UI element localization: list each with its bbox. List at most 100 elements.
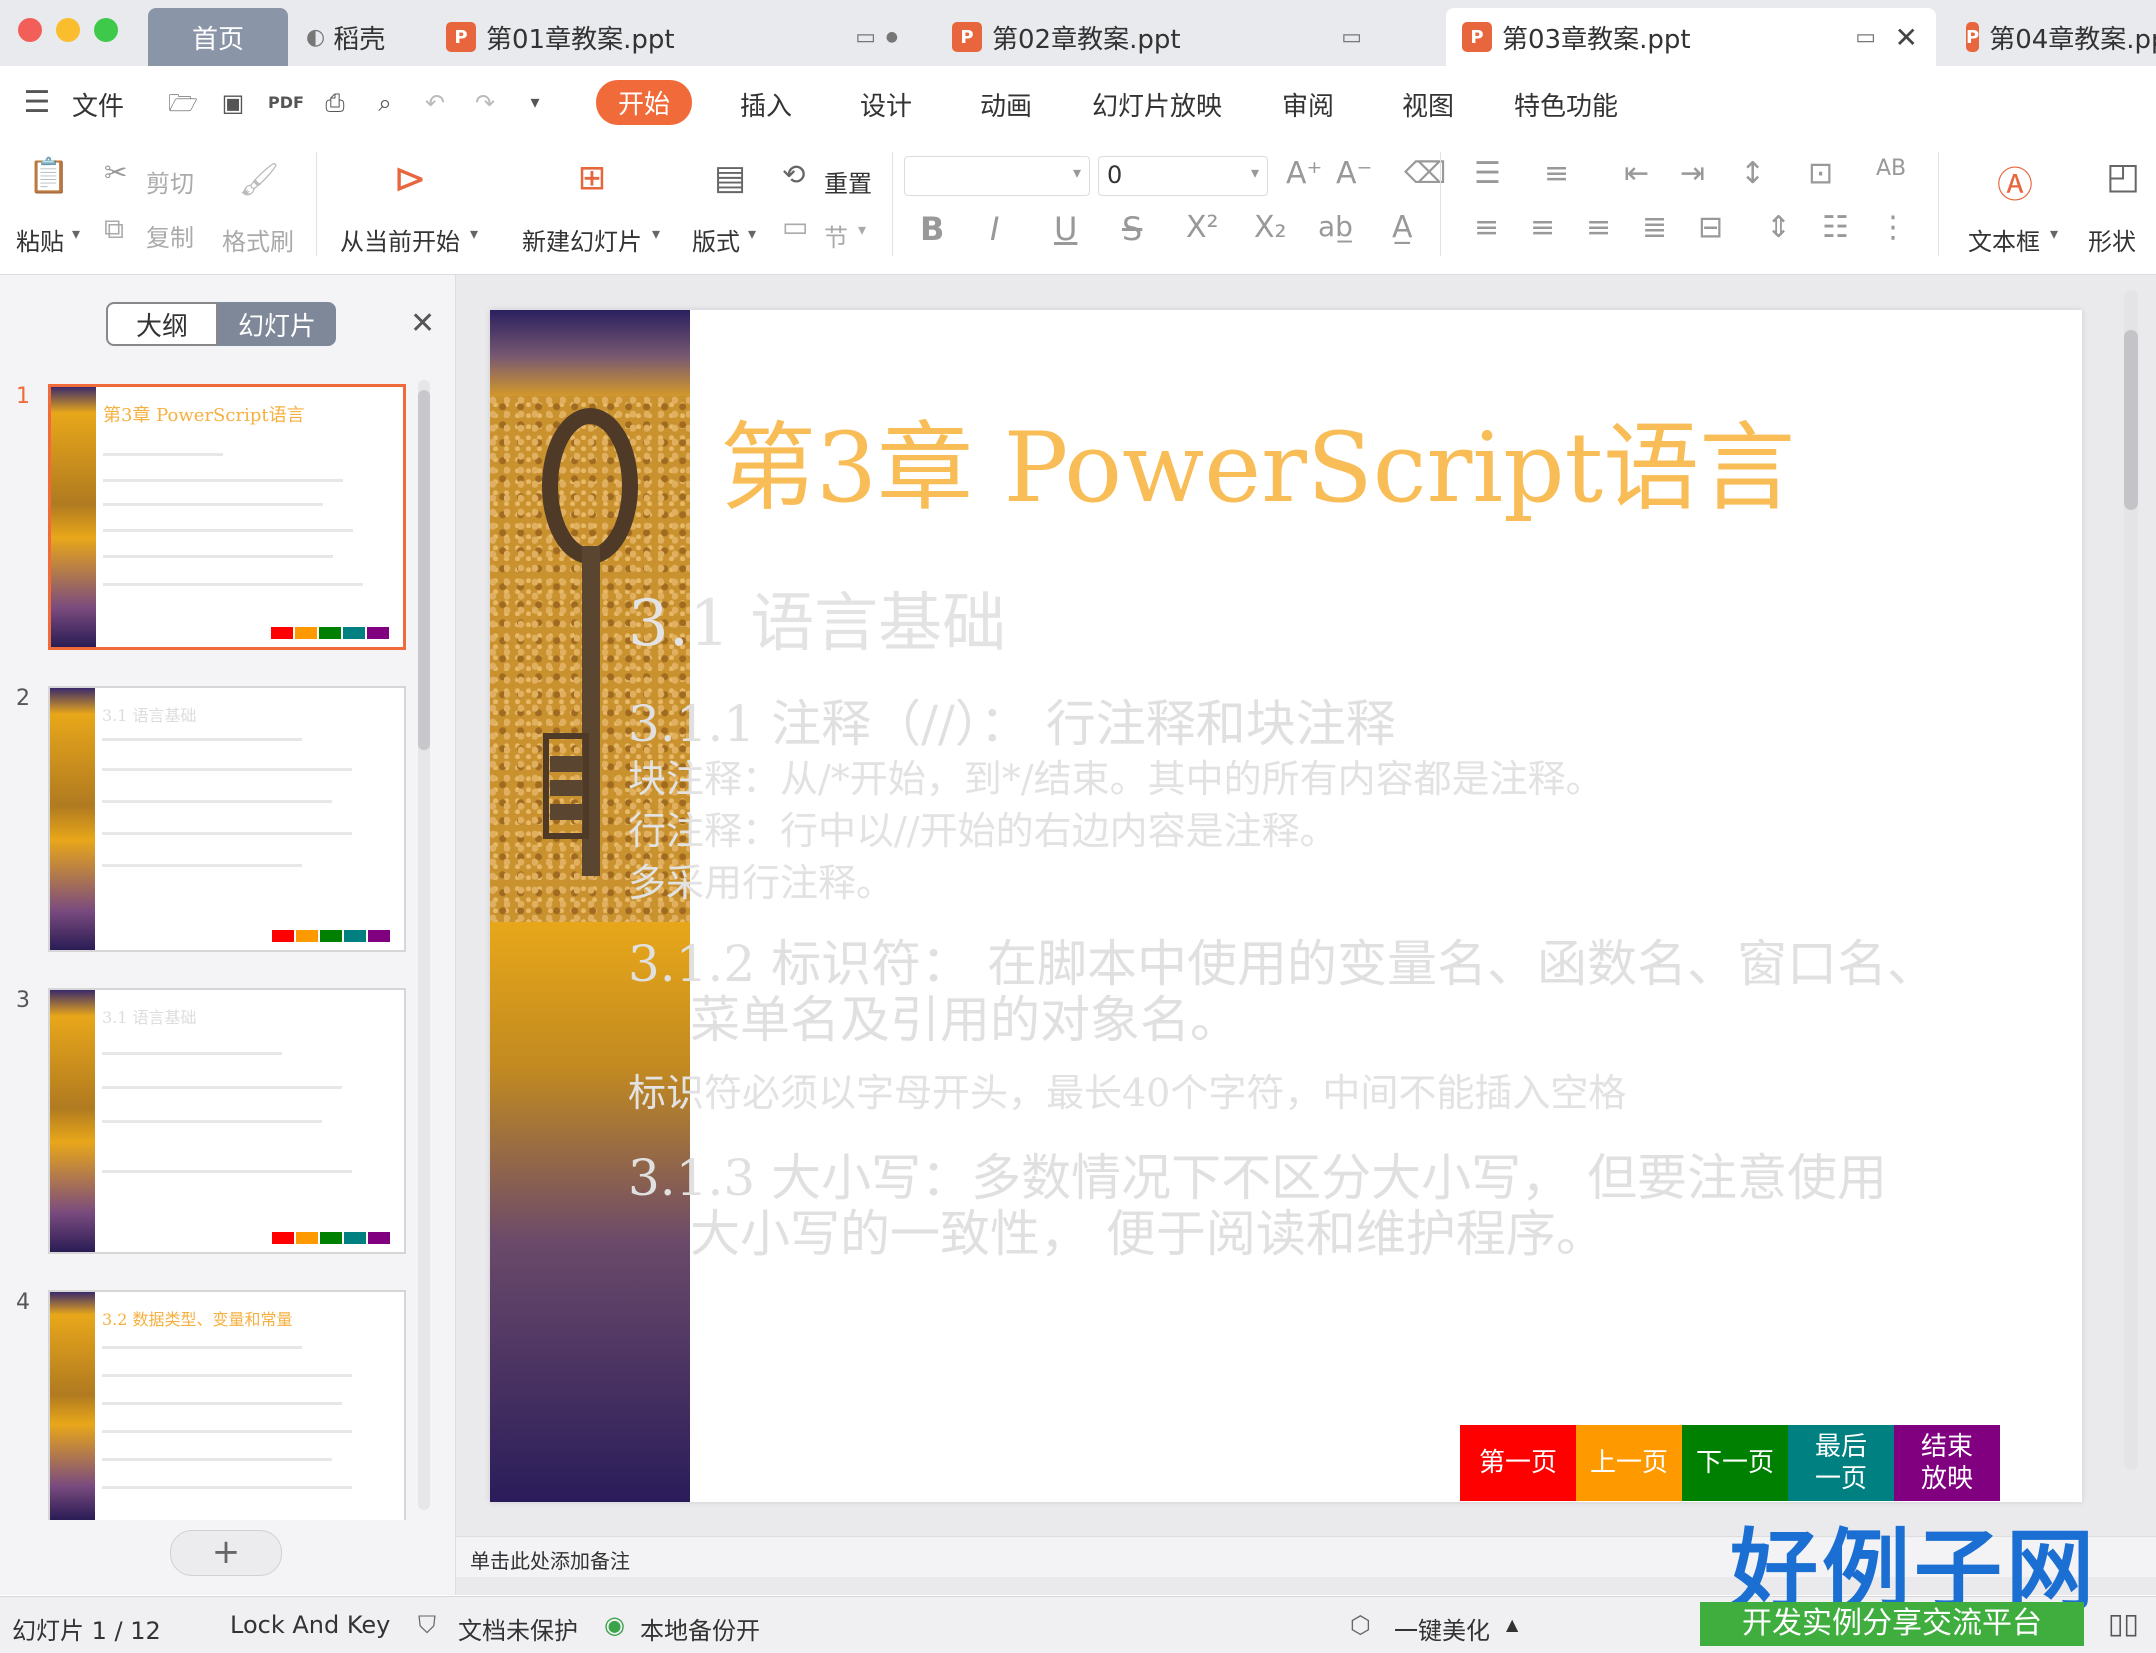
paste-icon[interactable]: 📋 — [24, 156, 74, 196]
line-spacing-icon[interactable]: ⇕ — [1766, 210, 1791, 245]
tab-home[interactable]: 首页 — [148, 8, 288, 66]
columns-icon[interactable]: ⋮ — [1878, 210, 1908, 245]
chevron-down-icon[interactable]: ▾ — [2050, 224, 2058, 243]
file-menu[interactable]: 文件 — [72, 86, 124, 123]
scrollbar-thumb[interactable] — [2124, 330, 2138, 510]
maximize-window-button[interactable] — [94, 18, 118, 42]
nav-last-button[interactable]: 最后一页 — [1788, 1425, 1894, 1501]
subscript-icon[interactable]: X₂ — [1254, 210, 1287, 245]
reset-icon[interactable]: ⟲ — [782, 158, 805, 191]
open-folder-icon[interactable]: 🗁 — [168, 88, 198, 118]
layout-icon[interactable]: ▤ — [700, 158, 760, 198]
chevron-down-icon[interactable]: ▾ — [858, 220, 866, 239]
menu-home[interactable]: 开始 — [596, 80, 693, 125]
menu-special[interactable]: 特色功能 — [1514, 86, 1618, 123]
nav-prev-button[interactable]: 上一页 — [1576, 1425, 1682, 1501]
slide-title[interactable]: 第3章 PowerScript语言 — [720, 390, 1795, 529]
copy-icon[interactable]: ⧉ — [104, 212, 124, 246]
bold-icon[interactable]: B — [920, 210, 944, 248]
align-text-icon[interactable]: ⊡ — [1808, 156, 1833, 191]
slide-thumbnail-2[interactable]: 3.1 语言基础 — [48, 686, 406, 952]
editor-scrollbar[interactable] — [2124, 290, 2138, 1470]
menu-insert[interactable]: 插入 — [740, 86, 792, 123]
scissors-icon[interactable]: ✂ — [104, 156, 127, 189]
slide-thumbnail-4[interactable]: 3.2 数据类型、变量和常量 — [48, 1290, 406, 1520]
paste-button[interactable]: 粘贴 — [16, 222, 64, 257]
tab-outline[interactable]: 大纲 — [106, 302, 218, 346]
bullet-list-icon[interactable]: ☰ — [1474, 156, 1501, 191]
increase-indent-icon[interactable]: ⇥ — [1680, 156, 1705, 191]
decrease-font-icon[interactable]: A⁻ — [1336, 156, 1372, 191]
hamburger-menu-icon[interactable]: ☰ — [22, 88, 52, 118]
chevron-up-icon[interactable]: ▲ — [1506, 1615, 1518, 1634]
menu-review[interactable]: 审阅 — [1282, 86, 1334, 123]
numbered-list-icon[interactable]: ≡ — [1544, 156, 1569, 191]
play-icon[interactable]: ⊳ — [380, 156, 440, 202]
print-icon[interactable]: ⎙ — [320, 88, 350, 118]
nav-first-button[interactable]: 第一页 — [1460, 1425, 1576, 1501]
decrease-indent-icon[interactable]: ⇤ — [1624, 156, 1649, 191]
font-size-select[interactable]: 0 ▾ — [1098, 156, 1268, 196]
chevron-down-icon[interactable]: ▾ — [72, 224, 80, 243]
align-right-icon[interactable]: ≡ — [1586, 210, 1611, 245]
cut-button[interactable]: 剪切 — [146, 164, 194, 199]
menu-animation[interactable]: 动画 — [980, 86, 1032, 123]
tab-chapter02[interactable]: P 第02章教案.ppt ▭ — [952, 8, 1392, 66]
chevron-down-icon[interactable]: ▾ — [470, 224, 478, 243]
text-direction-icon[interactable]: ↕ — [1740, 156, 1765, 191]
chevron-down-icon[interactable]: ▾ — [748, 224, 756, 243]
nav-next-button[interactable]: 下一页 — [1682, 1425, 1788, 1501]
format-painter-button[interactable]: 格式刷 — [222, 222, 294, 257]
justify-icon[interactable]: ≣ — [1642, 210, 1667, 245]
print-preview-icon[interactable]: ⌕ — [370, 88, 400, 118]
undo-icon[interactable]: ↶ — [420, 88, 450, 118]
menu-view[interactable]: 视图 — [1402, 86, 1454, 123]
chevron-down-icon[interactable]: ▾ — [652, 224, 660, 243]
highlight-icon[interactable]: ab̲ — [1318, 210, 1353, 243]
align-left-icon[interactable]: ≡ — [1474, 210, 1499, 245]
align-center-icon[interactable]: ≡ — [1530, 210, 1555, 245]
close-window-button[interactable] — [18, 18, 42, 42]
protection-status[interactable]: 文档未保护 — [458, 1611, 578, 1646]
text-fit-icon[interactable]: AB — [1876, 156, 1906, 181]
save-icon[interactable]: ▣ — [218, 88, 248, 118]
add-slide-button[interactable]: + — [170, 1530, 282, 1576]
shape-icon[interactable]: ◰ — [2098, 156, 2148, 197]
tab-chapter01[interactable]: P 第01章教案.ppt ▭ ● — [446, 8, 906, 66]
tab-slides[interactable]: 幻灯片 — [218, 302, 336, 346]
minimize-window-button[interactable] — [56, 18, 80, 42]
layout-button[interactable]: 版式 — [692, 222, 740, 257]
slide-thumbnail-3[interactable]: 3.1 语言基础 — [48, 988, 406, 1254]
close-pane-icon[interactable]: ✕ — [410, 306, 435, 341]
local-backup-status[interactable]: 本地备份开 — [640, 1611, 760, 1646]
tab-docer[interactable]: ◐ 稻壳 — [306, 8, 426, 66]
font-color-icon[interactable]: A̲ — [1392, 210, 1413, 245]
notes-placeholder[interactable]: 单击此处添加备注 — [470, 1545, 630, 1574]
scrollbar-thumb[interactable] — [418, 390, 430, 750]
play-from-current-button[interactable]: 从当前开始 — [340, 222, 460, 257]
increase-font-icon[interactable]: A⁺ — [1286, 156, 1322, 191]
copy-button[interactable]: 复制 — [146, 218, 194, 253]
new-slide-icon[interactable]: ⊞ — [562, 158, 622, 198]
new-slide-button[interactable]: 新建幻灯片 — [522, 222, 642, 257]
slide-canvas[interactable]: 第3章 PowerScript语言 3.1 语言基础 3.1.1 注释（//）：… — [490, 310, 2082, 1502]
nav-end-show-button[interactable]: 结束放映 — [1894, 1425, 2000, 1501]
font-family-select[interactable]: ▾ — [904, 156, 1090, 196]
brush-icon[interactable]: 🖌 — [234, 160, 284, 198]
slide-thumbnail-1[interactable]: 第3章 PowerScript语言 — [48, 384, 406, 650]
reset-button[interactable]: 重置 — [824, 164, 872, 199]
textbox-button[interactable]: 文本框 — [1968, 222, 2040, 257]
one-click-beautify-button[interactable]: 一键美化 — [1394, 1611, 1490, 1646]
section-button[interactable]: 节 — [824, 218, 848, 253]
close-tab-icon[interactable]: ✕ — [1895, 21, 1918, 54]
menu-design[interactable]: 设计 — [860, 86, 912, 123]
export-pdf-icon[interactable]: PDF — [268, 88, 304, 118]
thumbnail-scrollbar[interactable] — [418, 380, 430, 1510]
redo-icon[interactable]: ↷ — [470, 88, 500, 118]
section-icon[interactable]: ▭ — [782, 210, 808, 243]
italic-icon[interactable]: I — [990, 210, 999, 248]
tab-chapter03[interactable]: P 第03章教案.ppt ▭ ✕ — [1446, 8, 1936, 66]
shape-button[interactable]: 形状 — [2088, 222, 2136, 257]
superscript-icon[interactable]: X² — [1186, 210, 1219, 245]
strikethrough-icon[interactable]: S — [1122, 210, 1142, 248]
